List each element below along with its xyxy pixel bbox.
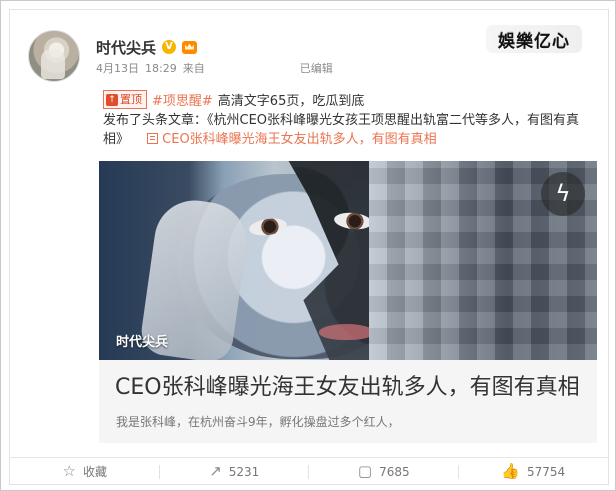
thumbs-up-icon: 👍 [501, 462, 520, 480]
source-redaction [210, 61, 294, 75]
author-name[interactable]: 时代尖兵 [96, 37, 156, 58]
article-image[interactable]: 时代尖兵 ϟ [99, 161, 597, 360]
like-button[interactable]: 👍 57754 [459, 458, 609, 485]
lightning-icon[interactable]: ϟ [541, 172, 585, 216]
comment-icon: ▢ [357, 462, 373, 480]
edited-label: 已编辑 [299, 62, 333, 75]
article-link-icon [147, 133, 159, 144]
post-body: 发布了头条文章：《杭州CEO张科峰曝光女孩王项思醒出轨富二代等多人，有图有真相》… [103, 111, 600, 149]
vip-crown-icon [182, 40, 198, 54]
article-summary: 我是张科峰，在杭州奋斗9年，孵化操盘过多个红人， [116, 415, 400, 429]
post-time: 18:29 [145, 61, 177, 75]
comment-count: 7685 [379, 464, 410, 479]
favorite-label: 收藏 [82, 465, 107, 479]
article-link[interactable]: CEO张科峰曝光海王女友出轨多人，有图有真相 [162, 132, 437, 147]
article-title[interactable]: CEO张科峰曝光海王女友出轨多人，有图有真相 [115, 373, 585, 403]
pinned-label: 置顶 [120, 93, 142, 106]
repost-button[interactable]: ↗ 5231 [160, 458, 310, 485]
post-action-bar: ☆ 收藏 ↗ 5231 ▢ 7685 👍 57754 [10, 457, 608, 485]
author-avatar[interactable] [28, 30, 80, 82]
post-date: 4月13日 [96, 62, 139, 75]
favorite-button[interactable]: ☆ 收藏 [10, 458, 160, 485]
post-meta: 4月13日 18:29 来自 已编辑 [96, 60, 333, 76]
watermark-logo: 娛樂亿心 [486, 25, 582, 53]
pinned-badge: ↑ 置顶 [103, 90, 147, 109]
pin-icon: ↑ [106, 93, 118, 106]
hashtag-link[interactable]: #项思醒# [152, 90, 213, 109]
post-headline: 高清文字65页，吃瓜到底 [217, 94, 365, 109]
like-count: 57754 [527, 464, 566, 479]
star-icon: ☆ [62, 462, 76, 480]
repost-count: 5231 [228, 464, 260, 479]
repost-icon: ↗ [209, 462, 222, 480]
post-source-prefix: 来自 [182, 62, 205, 75]
image-caption: 时代尖兵 [116, 335, 169, 350]
article-card[interactable]: 时代尖兵 ϟ CEO张科峰曝光海王女友出轨多人，有图有真相 我是张科峰，在杭州奋… [99, 161, 597, 443]
weibo-post: 时代尖兵 V 4月13日 18:29 来自 已编辑 ⌄ 娛樂亿心 ↑ 置顶 #项… [9, 9, 609, 485]
comment-button[interactable]: ▢ 7685 [309, 458, 459, 485]
screenshot-frame: 时代尖兵 V 4月13日 18:29 来自 已编辑 ⌄ 娛樂亿心 ↑ 置顶 #项… [0, 0, 616, 491]
author-row: 时代尖兵 V [96, 37, 198, 58]
post-first-line: ↑ 置顶 #项思醒# 高清文字65页，吃瓜到底 [103, 90, 364, 109]
lips-image [319, 324, 374, 340]
verified-icon: V [162, 40, 177, 54]
